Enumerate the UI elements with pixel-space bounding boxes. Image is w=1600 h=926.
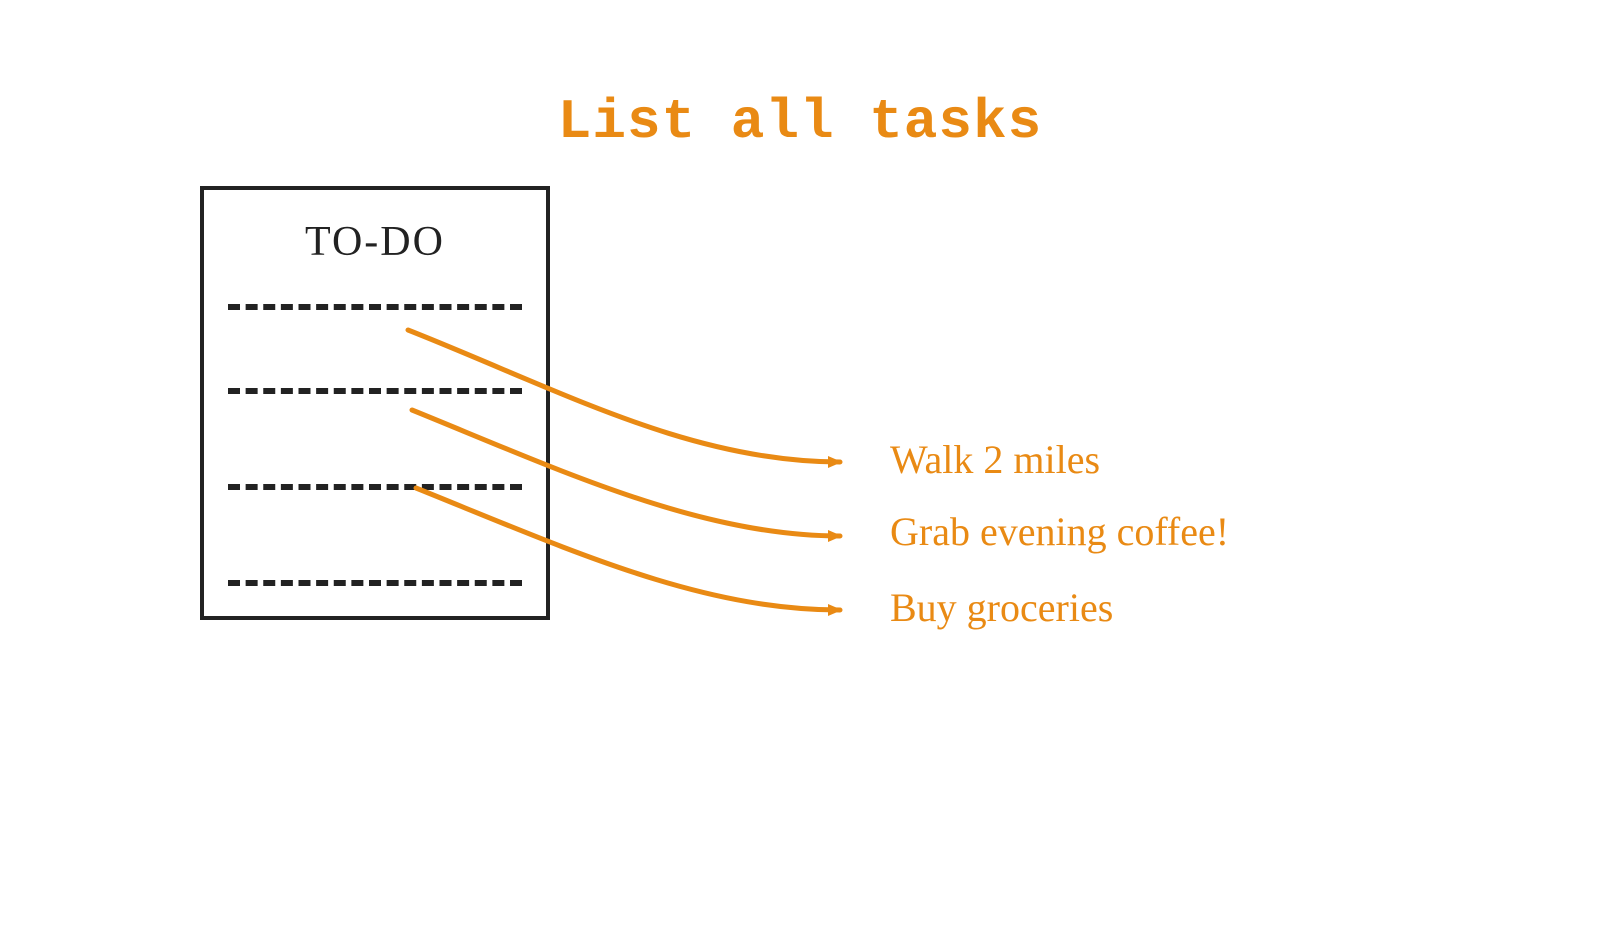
diagram-title: List all tasks xyxy=(0,90,1600,154)
task-label: Buy groceries xyxy=(890,584,1113,631)
notepad-line-icon xyxy=(228,580,522,586)
notepad-line-icon xyxy=(228,304,522,310)
task-label: Grab evening coffee! xyxy=(890,508,1229,555)
notepad-card: TO-DO xyxy=(200,186,550,620)
notepad-heading: TO-DO xyxy=(204,218,546,266)
notepad-line-icon xyxy=(228,484,522,490)
task-label: Walk 2 miles xyxy=(890,436,1100,483)
notepad-line-icon xyxy=(228,388,522,394)
